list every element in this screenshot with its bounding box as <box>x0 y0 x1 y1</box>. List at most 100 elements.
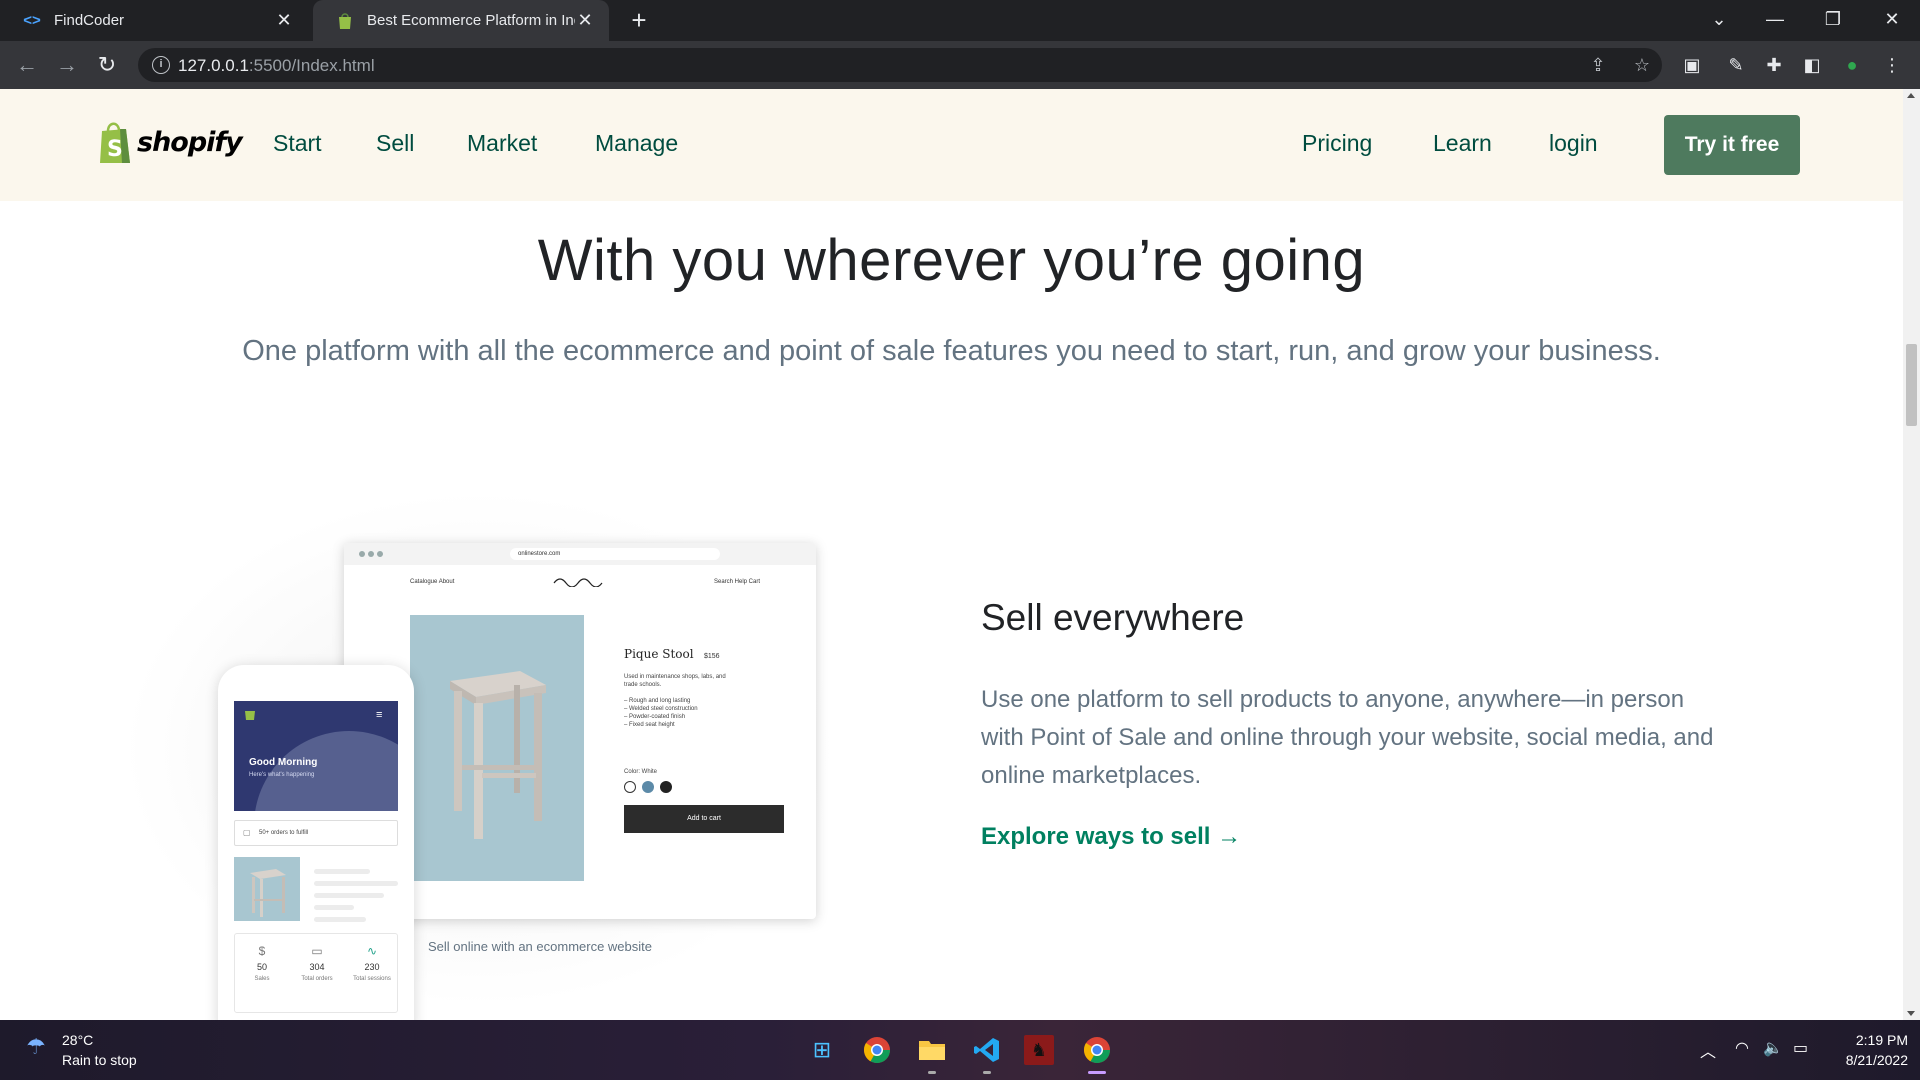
try-it-free-button[interactable]: Try it free <box>1664 115 1800 175</box>
wifi-icon[interactable]: ◠ <box>1735 1038 1749 1058</box>
product-price: $156 <box>704 653 720 660</box>
nav-sell[interactable]: Sell <box>376 130 414 157</box>
stat-label: Sales <box>254 976 270 982</box>
sell-everywhere-body: Use one platform to sell products to any… <box>981 686 1714 789</box>
page-scrollbar[interactable] <box>1903 89 1920 1020</box>
file-explorer-icon[interactable] <box>914 1032 950 1074</box>
placeholder-line <box>314 893 384 898</box>
swatch-black <box>660 781 672 793</box>
volume-icon[interactable]: 🔈 <box>1763 1038 1783 1058</box>
orders-to-fulfill: ▢ 50+ orders to fulfill <box>234 820 398 846</box>
menu-kebab-icon[interactable]: ⋮ <box>1880 53 1904 77</box>
placeholder-line <box>314 881 398 886</box>
hamburger-icon: ≡ <box>376 709 383 721</box>
nav-start[interactable]: Start <box>273 130 322 157</box>
url-host: 127.0.0.1 <box>178 56 249 75</box>
illustration-caption: Sell online with an ecommerce website <box>428 939 652 954</box>
restore-button[interactable]: ❐ <box>1805 0 1861 41</box>
battery-icon[interactable]: ▭ <box>1793 1038 1808 1058</box>
side-panel-icon[interactable]: ◧ <box>1800 53 1824 77</box>
mockup-dot <box>368 551 374 557</box>
tab-shopify[interactable]: Best Ecommerce Platform in Indi ✕ <box>313 0 609 41</box>
dragon-icon: ♞ <box>1030 1039 1048 1060</box>
phone-admin-mockup: ≡ Good Morning Here's what's happening ▢… <box>218 665 414 1020</box>
tab-findcoder[interactable]: <> FindCoder ✕ <box>0 0 308 41</box>
weather-desc[interactable]: Rain to stop <box>62 1052 137 1068</box>
eyedropper-extension-icon[interactable]: ✎ <box>1724 53 1748 77</box>
stats-panel: $ 50 Sales ▭ 304 Total orders ∿ 230 Tota… <box>234 933 398 1013</box>
windows-taskbar: ☂ 28°C Rain to stop ⊞ ♞ ︿ ◠ 🔈 ▭ 2:19 PM … <box>0 1020 1920 1080</box>
add-to-cart-mock: Add to cart <box>624 805 784 833</box>
app-icon[interactable]: ♞ <box>1024 1035 1054 1065</box>
placeholder-line <box>314 869 370 874</box>
shopify-bag-icon: S <box>100 122 130 163</box>
tab-search-icon[interactable]: ⌄ <box>1691 0 1747 41</box>
sell-everywhere-title: Sell everywhere <box>981 597 1245 638</box>
shopify-logo[interactable]: S shopify <box>98 119 243 165</box>
close-tab-icon[interactable]: ✕ <box>274 10 294 31</box>
bookmark-star-icon[interactable]: ☆ <box>1630 53 1654 77</box>
stool-product-image <box>410 615 584 881</box>
mockup-dot <box>359 551 365 557</box>
weather-temp[interactable]: 28°C <box>62 1032 93 1048</box>
product-description: Used in maintenance shops, labs, and tra… <box>624 674 726 728</box>
product-title: Pique Stool <box>624 647 694 661</box>
site-header: S shopify Start Sell Market Manage Prici… <box>0 89 1903 201</box>
system-clock[interactable]: 2:19 PM 8/21/2022 <box>1828 1030 1908 1070</box>
scroll-up-arrow[interactable] <box>1907 93 1915 98</box>
dollar-icon: $ <box>258 944 266 958</box>
windows-start-icon[interactable]: ⊞ <box>804 1032 840 1068</box>
nav-login[interactable]: login <box>1549 130 1598 157</box>
greeting-subtext: Here's what's happening <box>249 772 315 778</box>
reload-icon[interactable]: ↻ <box>92 50 122 80</box>
box-icon: ▢ <box>243 828 251 837</box>
clock-time: 2:19 PM <box>1855 1032 1908 1048</box>
share-icon[interactable]: ⇪ <box>1586 53 1610 77</box>
extensions-puzzle-icon[interactable]: ✚ <box>1762 53 1786 77</box>
show-hidden-icons-chevron[interactable]: ︿ <box>1700 1038 1716 1062</box>
brand-wordmark: shopify <box>137 126 243 158</box>
forward-icon[interactable]: → <box>52 50 82 80</box>
minimize-button[interactable]: — <box>1747 0 1803 41</box>
clock-date: 8/21/2022 <box>1845 1052 1908 1068</box>
explore-ways-to-sell-link[interactable]: Explore ways to sell → <box>981 823 1241 851</box>
new-tab-button[interactable]: + <box>624 6 654 36</box>
nav-market[interactable]: Market <box>467 130 537 157</box>
swatch-blue <box>642 781 654 793</box>
chrome-active-icon[interactable] <box>1079 1032 1115 1074</box>
chrome-icon[interactable] <box>859 1032 895 1068</box>
scroll-down-arrow[interactable] <box>1907 1011 1915 1016</box>
extension-icon[interactable]: ▣ <box>1680 53 1704 77</box>
vscode-icon[interactable] <box>969 1032 1005 1074</box>
address-bar[interactable]: i 127.0.0.1:5500/Index.html ⇪ ☆ <box>138 48 1662 82</box>
profile-avatar[interactable]: ● <box>1840 53 1864 77</box>
mockup-nav-right: Search Help Cart <box>714 579 761 585</box>
tab-title: FindCoder <box>54 12 125 29</box>
page-viewport: S shopify Start Sell Market Manage Prici… <box>0 89 1903 1020</box>
back-icon[interactable]: ← <box>12 50 42 80</box>
url-text[interactable]: 127.0.0.1:5500/Index.html <box>178 56 375 76</box>
swatch-white <box>624 781 636 793</box>
browser-tab-bar: <> FindCoder ✕ Best Ecommerce Platform i… <box>0 0 1920 41</box>
scrollbar-thumb[interactable] <box>1906 344 1917 426</box>
hero-subtitle: One platform with all the ecommerce and … <box>242 335 1661 367</box>
phone-header-panel: ≡ Good Morning Here's what's happening <box>234 701 398 811</box>
desktop-store-mockup: onlinestore.com Catalogue About Search H… <box>344 543 816 919</box>
umbrella-icon[interactable]: ☂ <box>26 1034 50 1064</box>
mockup-dot <box>377 551 383 557</box>
nav-manage[interactable]: Manage <box>595 130 678 157</box>
tab-title: Best Ecommerce Platform in Indi <box>367 12 575 29</box>
url-path: :5500/Index.html <box>248 56 375 75</box>
placeholder-line <box>314 905 354 910</box>
close-window-button[interactable]: ✕ <box>1864 0 1920 41</box>
nav-pricing[interactable]: Pricing <box>1302 130 1372 157</box>
svg-text:S: S <box>107 137 123 162</box>
color-label: Color: White <box>624 769 658 775</box>
site-info-icon[interactable]: i <box>152 56 170 74</box>
stat-total-orders: ▭ 304 Total orders <box>290 944 344 982</box>
nav-learn[interactable]: Learn <box>1433 130 1492 157</box>
hero-title: With you wherever you’re going <box>537 228 1366 293</box>
code-brackets-icon: <> <box>23 12 41 29</box>
close-tab-icon[interactable]: ✕ <box>575 10 595 31</box>
stat-total-sessions: ∿ 230 Total sessions <box>345 944 399 982</box>
